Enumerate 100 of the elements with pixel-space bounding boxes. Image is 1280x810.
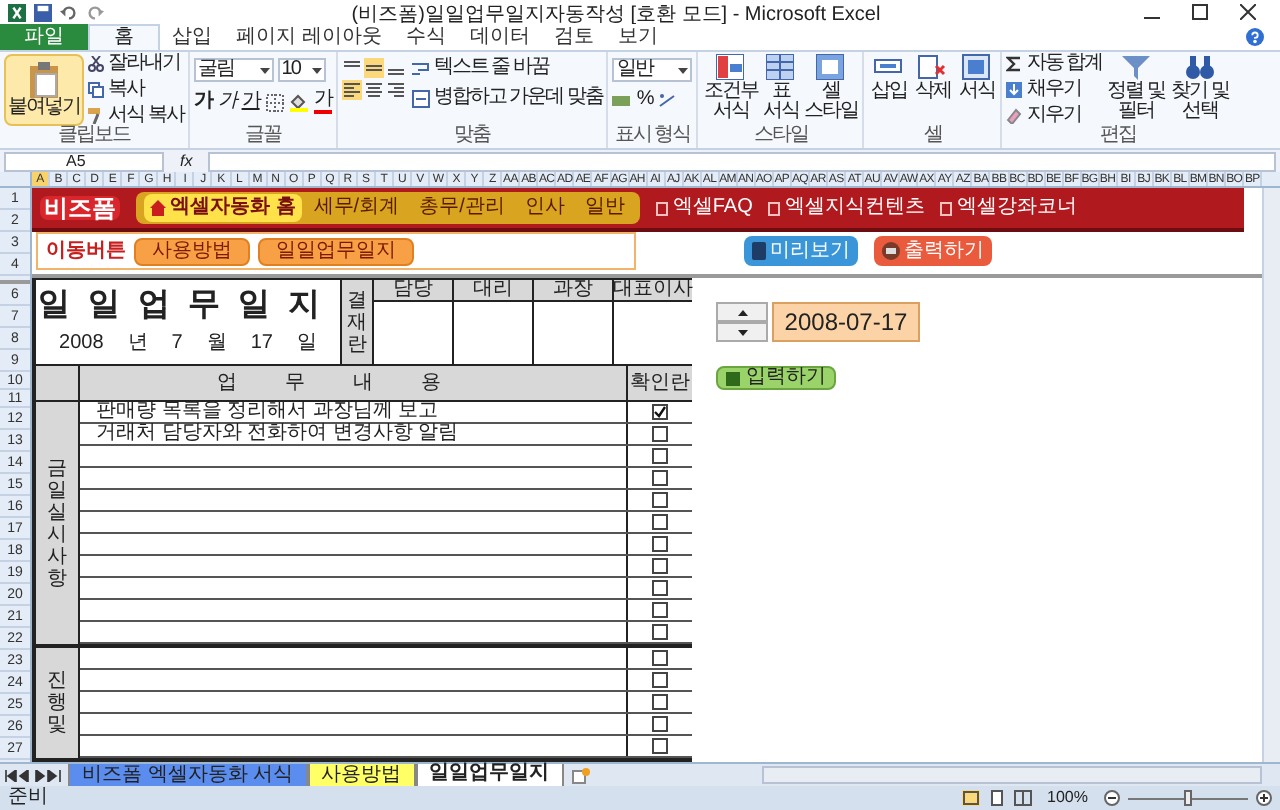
borders-icon[interactable] — [265, 93, 284, 111]
font-size-dropdown[interactable]: 10 — [277, 58, 326, 82]
horizontal-scrollbar[interactable] — [762, 766, 1262, 784]
paste-button[interactable]: 붙여넣기 — [4, 54, 84, 126]
clear-button[interactable]: 지우기 — [1006, 106, 1103, 126]
ribbon-tab[interactable]: 수식 — [393, 24, 458, 50]
nav-link[interactable]: 엑셀자동화 홈 — [144, 194, 302, 222]
cell-styles-button[interactable]: 셀 스타일 — [802, 54, 859, 126]
ribbon-tab[interactable]: 페이지 레이아웃 — [224, 24, 394, 50]
page-layout-icon[interactable] — [987, 790, 1006, 806]
group-label: 편집 — [1098, 126, 1139, 148]
align-middle-icon[interactable] — [363, 58, 384, 78]
checkbox[interactable] — [652, 448, 668, 464]
zoom-in-icon[interactable] — [1256, 790, 1272, 806]
normal-view-icon[interactable] — [961, 790, 980, 806]
banner-link[interactable]: 엑셀강좌코너 — [940, 198, 1077, 218]
checkbox[interactable] — [652, 404, 668, 420]
checkbox[interactable] — [652, 492, 668, 508]
checkbox[interactable] — [652, 558, 668, 574]
format-painter-button[interactable]: 서식 복사 — [88, 106, 184, 126]
checkbox[interactable] — [652, 426, 668, 442]
merge-center-button[interactable]: 병합하고 가운데 맞춤 — [411, 88, 603, 108]
vertical-scrollbar[interactable] — [1262, 188, 1280, 762]
nav-link[interactable]: 인사 — [516, 194, 573, 222]
insert-function-button[interactable]: fx — [172, 153, 201, 169]
nav-link[interactable]: 일반 — [576, 194, 633, 222]
currency-icon[interactable] — [612, 91, 631, 109]
zoom-slider[interactable] — [1128, 790, 1248, 806]
help-icon[interactable] — [1246, 28, 1264, 46]
checkbox[interactable] — [652, 514, 668, 530]
banner-link[interactable]: 엑셀FAQ — [656, 198, 753, 218]
redo-icon[interactable] — [86, 3, 104, 21]
checkbox[interactable] — [652, 536, 668, 552]
decimal-icon[interactable] — [658, 91, 677, 109]
font-color-button[interactable]: 가 — [313, 90, 332, 114]
format-as-table-button[interactable]: 표 서식 — [760, 54, 801, 126]
banner-link[interactable]: 엑셀지식컨텐츠 — [768, 198, 925, 218]
autosum-button[interactable]: 자동 합계 — [1006, 54, 1103, 74]
save-icon[interactable] — [34, 3, 52, 21]
checkbox[interactable] — [652, 672, 668, 688]
fill-button[interactable]: 채우기 — [1006, 80, 1103, 100]
format-button[interactable]: 서식 — [956, 54, 997, 126]
tab-navigation-icon[interactable] — [4, 769, 64, 781]
checkbox[interactable] — [652, 470, 668, 486]
name-box[interactable]: A5 — [4, 151, 164, 171]
zoom-level[interactable]: 100% — [1039, 790, 1096, 806]
nav-link[interactable]: 총무/관리 — [411, 194, 513, 222]
wrap-text-button[interactable]: 텍스트 줄 바꿈 — [411, 58, 603, 78]
nav-button[interactable]: 일일업무일지 — [258, 237, 414, 266]
conditional-formatting-button[interactable]: 조건부 서식 — [702, 54, 759, 126]
zoom-slider-thumb[interactable] — [1184, 790, 1192, 806]
italic-button[interactable]: 가 — [217, 92, 236, 112]
ribbon-tab[interactable]: 홈 — [88, 24, 160, 50]
insert-button[interactable]: 삽입 — [868, 54, 909, 126]
page-break-icon[interactable] — [1013, 790, 1032, 806]
ribbon-tab[interactable]: 삽입 — [160, 24, 224, 50]
zoom-out-icon[interactable] — [1104, 790, 1120, 806]
checkbox[interactable] — [652, 624, 668, 640]
checkbox[interactable] — [652, 738, 668, 754]
spin-down-button[interactable] — [716, 322, 768, 342]
sheet-tab[interactable]: 비즈폼 엑셀자동화 서식 — [68, 764, 308, 786]
maximize-icon[interactable] — [1192, 4, 1208, 20]
sort-filter-button[interactable]: 정렬 및 필터 — [1106, 54, 1167, 126]
checkbox[interactable] — [652, 580, 668, 596]
nav-link[interactable]: 세무/회계 — [305, 194, 408, 222]
number-format-dropdown[interactable]: 일반 — [612, 58, 693, 82]
align-right-icon[interactable] — [385, 80, 406, 100]
cut-button[interactable]: 잘라내기 — [88, 54, 184, 74]
font-name-dropdown[interactable]: 굴림 — [193, 58, 274, 82]
date-field[interactable]: 2008-07-17 — [772, 302, 920, 342]
sheet-tab[interactable]: 사용방법 — [307, 764, 416, 786]
formula-input[interactable] — [208, 151, 1276, 171]
bold-button[interactable]: 가 — [193, 92, 212, 112]
date-text: 년 — [127, 334, 148, 354]
checkbox[interactable] — [652, 694, 668, 710]
input-button[interactable]: 입력하기 — [716, 366, 836, 390]
insert-sheet-icon[interactable] — [571, 767, 590, 783]
checkbox[interactable] — [652, 716, 668, 732]
align-center-icon[interactable] — [363, 80, 384, 100]
ribbon-tab[interactable]: 보기 — [605, 24, 670, 50]
home-icon — [150, 200, 166, 216]
undo-icon[interactable] — [60, 3, 78, 21]
nav-button[interactable]: 사용방법 — [134, 237, 250, 266]
underline-button[interactable]: 가 — [241, 92, 260, 112]
checkbox[interactable] — [652, 650, 668, 666]
delete-button[interactable]: 삭제 — [912, 54, 953, 126]
ribbon-tab[interactable]: 파일 — [0, 24, 88, 50]
percent-button[interactable]: % — [636, 90, 653, 110]
find-select-button[interactable]: 찾기 및 선택 — [1170, 54, 1231, 126]
sheet-tab[interactable]: 일일업무일지 — [415, 763, 564, 787]
ribbon-tab[interactable]: 데이터 — [457, 24, 542, 50]
align-left-icon[interactable] — [341, 80, 362, 100]
close-icon[interactable] — [1240, 4, 1256, 20]
copy-button[interactable]: 복사 — [88, 80, 184, 100]
site-logo[interactable]: 비즈폼 — [40, 196, 120, 220]
fill-color-icon[interactable] — [289, 93, 308, 111]
wrap-icon — [411, 59, 430, 77]
spin-up-button[interactable] — [716, 302, 768, 322]
checkbox[interactable] — [652, 602, 668, 618]
ribbon-tab[interactable]: 검토 — [541, 24, 606, 50]
